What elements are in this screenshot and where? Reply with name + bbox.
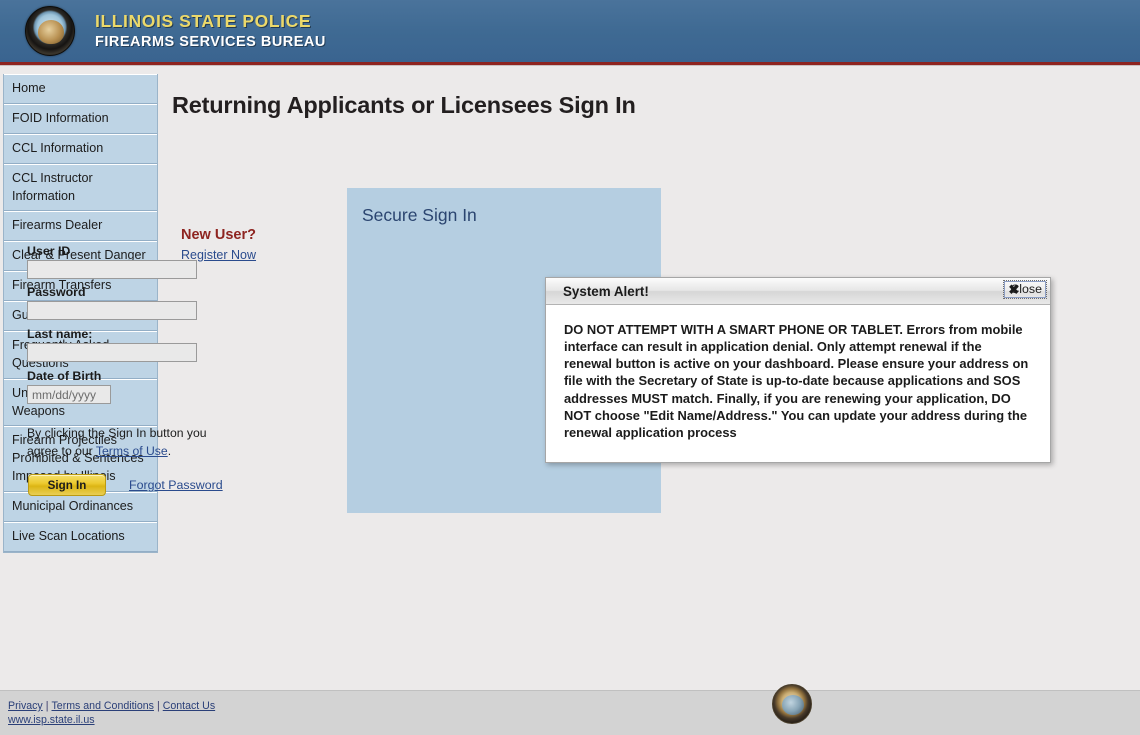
footer-separator: | xyxy=(156,700,160,712)
system-alert-dialog: System Alert! ✖ Close DO NOT ATTEMPT WIT… xyxy=(545,277,1051,463)
header-accent-stripe xyxy=(0,62,1140,66)
sidebar-item-ccl-information[interactable]: CCL Information xyxy=(4,133,157,164)
sidebar-item-live-scan-locations[interactable]: Live Scan Locations xyxy=(4,521,157,552)
sidebar-item-home[interactable]: Home xyxy=(4,74,157,104)
header-titles: ILLINOIS STATE POLICE FIREARMS SERVICES … xyxy=(95,11,326,50)
forgot-password-link[interactable]: Forgot Password xyxy=(129,478,223,492)
header-title-main: ILLINOIS STATE POLICE xyxy=(95,11,312,32)
footer-link-privacy[interactable]: Privacy xyxy=(8,700,43,712)
sidebar-item-ccl-instructor-information[interactable]: CCL Instructor Information xyxy=(4,163,157,212)
footer-separator: | xyxy=(45,700,49,712)
site-footer: Privacy | Terms and Conditions | Contact Us … xyxy=(0,690,1140,735)
footer-link-contact-us[interactable]: Contact Us xyxy=(163,700,215,712)
terms-agreement-text: By clicking the Sign In button you agree… xyxy=(27,424,209,461)
system-alert-titlebar: System Alert! ✖ Close xyxy=(546,278,1050,305)
last-name-input[interactable] xyxy=(27,343,197,362)
terms-of-use-link[interactable]: Terms of Use xyxy=(96,444,168,458)
sidebar-item-firearms-dealer[interactable]: Firearms Dealer xyxy=(4,211,157,242)
user-id-input[interactable] xyxy=(27,260,197,279)
new-user-heading: New User? xyxy=(181,227,256,243)
sidebar-item-foid-information[interactable]: FOID Information xyxy=(4,103,157,134)
password-input[interactable] xyxy=(27,301,197,320)
illinois-state-police-seal-icon xyxy=(25,6,75,56)
footer-link-terms-and-conditions[interactable]: Terms and Conditions xyxy=(52,700,154,712)
header-title-sub: FIREARMS SERVICES BUREAU xyxy=(95,33,326,50)
illinois-state-seal-icon xyxy=(772,684,812,724)
page-title: Returning Applicants or Licensees Sign I… xyxy=(172,91,636,118)
new-user-block: New User? Register Now xyxy=(181,227,256,264)
user-id-label: User ID xyxy=(27,244,71,258)
sidebar-item-municipal-ordinances[interactable]: Municipal Ordinances xyxy=(4,492,157,522)
last-name-label: Last name: xyxy=(27,327,93,341)
system-alert-message: DO NOT ATTEMPT WITH A SMART PHONE OR TAB… xyxy=(564,322,1029,440)
footer-url-link[interactable]: www.isp.state.il.us xyxy=(8,714,95,726)
date-of-birth-label: Date of Birth xyxy=(27,369,102,383)
site-header: ILLINOIS STATE POLICE FIREARMS SERVICES … xyxy=(0,0,1140,62)
close-x-icon: ✖ xyxy=(1008,282,1020,297)
date-of-birth-input[interactable] xyxy=(27,385,111,404)
system-alert-title: System Alert! xyxy=(563,283,649,299)
signin-panel-heading: Secure Sign In xyxy=(362,205,477,225)
password-label: Password xyxy=(27,285,86,299)
sign-in-button[interactable]: Sign In xyxy=(28,474,106,496)
terms-suffix: . xyxy=(167,444,172,459)
footer-links: Privacy | Terms and Conditions | Contact Us xyxy=(8,700,215,712)
system-alert-close-button[interactable]: ✖ Close xyxy=(1003,280,1047,299)
